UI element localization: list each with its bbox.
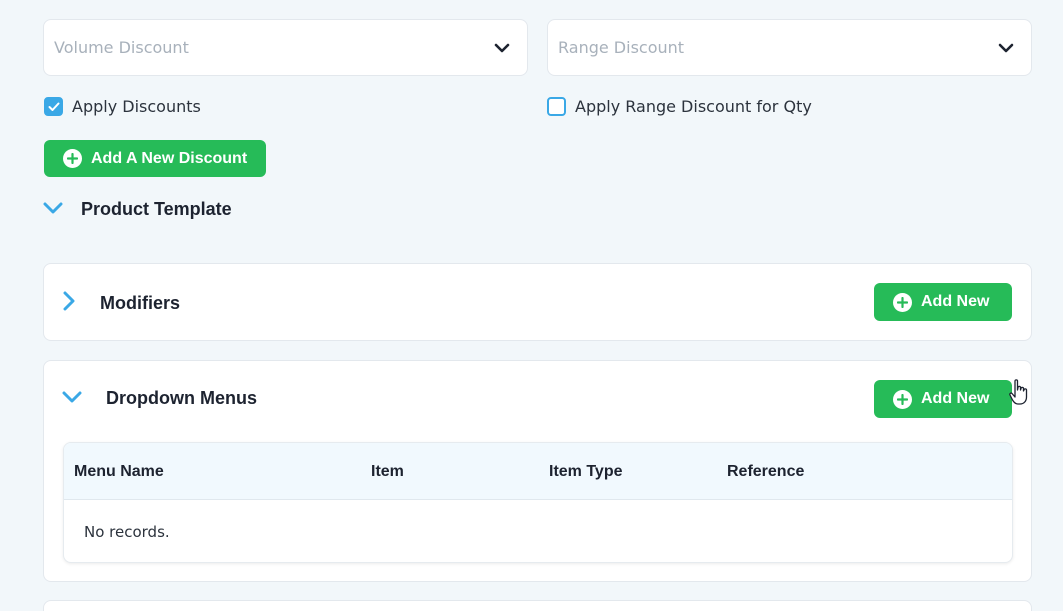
hand-pointer-icon [1008,378,1030,410]
apply-range-discount-qty-checkbox[interactable]: Apply Range Discount for Qty [547,97,812,116]
chevron-down-icon [43,200,63,219]
chevron-down-icon [997,39,1015,57]
apply-discounts-checkbox[interactable]: Apply Discounts [44,97,201,116]
plus-circle-icon [893,292,912,312]
column-header-item[interactable]: Item [371,443,404,500]
dropdown-menus-toggle[interactable]: Dropdown Menus [62,388,257,409]
checkbox-empty-icon[interactable] [547,97,566,116]
chevron-down-icon [62,389,82,408]
plus-circle-icon [893,389,912,409]
chevron-down-icon [493,39,511,57]
add-new-discount-button[interactable]: Add A New Discount [44,140,266,177]
modifiers-title: Modifiers [100,292,181,313]
volume-discount-placeholder: Volume Discount [54,38,189,57]
table-body: No records. [64,500,1012,562]
chevron-right-icon [62,291,76,315]
checkmark-icon[interactable] [44,97,63,116]
column-header-reference[interactable]: Reference [727,443,804,500]
add-new-discount-label: Add A New Discount [91,149,248,167]
volume-discount-select[interactable]: Volume Discount [43,19,528,76]
plus-circle-icon [63,149,82,168]
next-panel [43,600,1032,611]
modifiers-toggle[interactable]: Modifiers [62,291,180,315]
no-records-message: No records. [84,522,170,541]
add-new-modifier-button[interactable]: Add New [874,283,1012,321]
add-new-dropdown-menu-button[interactable]: Add New [874,380,1012,418]
apply-range-discount-qty-label: Apply Range Discount for Qty [575,97,812,116]
apply-discounts-label: Apply Discounts [72,97,201,116]
range-discount-placeholder: Range Discount [558,38,685,57]
table-header: Menu Name Item Item Type Reference [64,443,1012,500]
dropdown-menus-title: Dropdown Menus [106,388,257,408]
range-discount-select[interactable]: Range Discount [547,19,1032,76]
add-new-dropdown-menu-label: Add New [921,390,990,407]
column-header-menu-name[interactable]: Menu Name [74,443,164,500]
dropdown-menus-table: Menu Name Item Item Type Reference No re… [63,442,1013,563]
add-new-modifier-label: Add New [921,293,990,310]
product-template-title: Product Template [81,199,232,219]
column-header-item-type[interactable]: Item Type [549,443,623,500]
product-template-toggle[interactable]: Product Template [43,199,232,220]
